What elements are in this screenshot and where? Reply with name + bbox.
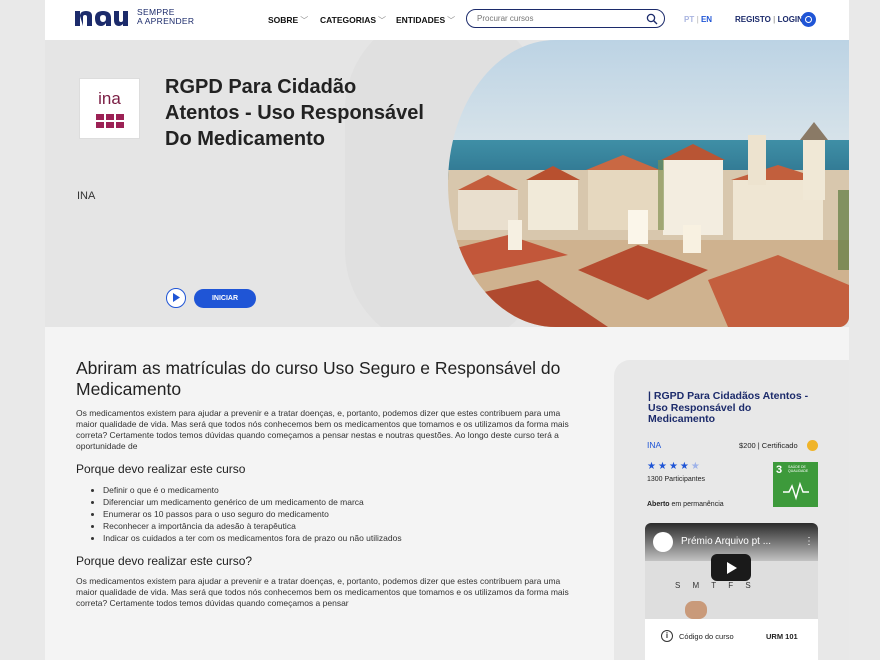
participants-count: 1300 Participantes <box>647 476 705 483</box>
star-empty-icon: ★ <box>690 461 702 472</box>
list-item: Definir o que é o medicamento <box>103 484 576 496</box>
chevron-down-icon: ﹀ <box>447 16 456 25</box>
intro-paragraph: Os medicamentos existem para ajudar a pr… <box>76 408 569 451</box>
logo-square <box>106 122 114 128</box>
hand-image <box>685 601 707 619</box>
nau-logo[interactable] <box>75 8 133 28</box>
nav-entidades[interactable]: ENTIDADES ﹀ <box>396 15 455 26</box>
whiteboard-marks: S M T F S <box>675 581 756 590</box>
outro-paragraph: Os medicamentos existem para ajudar a pr… <box>76 576 569 608</box>
list-item: Enumerar os 10 passos para o uso seguro … <box>103 508 576 520</box>
logo-square <box>116 122 124 128</box>
list-item: Reconhecer a importância da adesão à ter… <box>103 520 576 532</box>
price-certificate: $200 | Certificado <box>739 441 798 450</box>
search-box <box>466 9 665 28</box>
language-switch: PT | EN <box>684 15 713 24</box>
sidebar-org-link[interactable]: INA <box>647 440 661 450</box>
info-icon: i <box>661 630 673 642</box>
page: SEMPRE A APRENDER SOBRE ﹀ CATEGORIAS ﹀ ENT… <box>45 0 849 660</box>
sdg-badge[interactable]: 3 SAÚDE DE QUALIDADE <box>773 462 818 507</box>
logo-square <box>96 114 104 120</box>
lang-pt[interactable]: PT <box>684 15 694 24</box>
rating-stars: ★★★★★ <box>647 461 702 472</box>
heartbeat-icon <box>783 481 809 501</box>
more-vert-icon[interactable]: ⋮ <box>804 536 814 547</box>
video-title[interactable]: Prémio Arquivo pt ... <box>681 536 771 547</box>
start-course-button[interactable]: INICIAR <box>194 289 256 308</box>
youtube-play-icon[interactable] <box>711 554 751 581</box>
course-sidebar: | RGPD Para Cidadãos Atentos - Uso Respo… <box>614 360 849 660</box>
course-description: Abriram as matrículas do curso Uso Segur… <box>76 358 576 615</box>
list-item: Indicar os cuidados a ter com os medicam… <box>103 532 576 544</box>
course-code-value: URM 101 <box>766 632 798 641</box>
list-item: Diferenciar um medicamento genérico de u… <box>103 496 576 508</box>
video-player[interactable]: S M T F S Prémio Arquivo pt ... ⋮ <box>645 523 818 619</box>
login-link[interactable]: LOGIN <box>778 15 803 24</box>
star-icon: ★ <box>679 461 691 472</box>
lang-en[interactable]: EN <box>701 15 712 24</box>
course-code-label: Código do curso <box>679 632 734 641</box>
org-logo-card: ina <box>79 78 140 139</box>
play-icon <box>173 293 180 302</box>
channel-logo-icon[interactable] <box>653 532 673 552</box>
logo-square <box>106 114 114 120</box>
user-icon[interactable] <box>801 12 816 27</box>
ina-logo-text: ina <box>98 89 121 108</box>
section-title: Porque devo realizar este curso? <box>76 554 253 568</box>
logo-square <box>116 114 124 120</box>
register-link[interactable]: REGISTO <box>735 15 771 24</box>
chevron-down-icon: ﹀ <box>300 16 309 25</box>
lisbon-cityscape-image <box>448 40 849 327</box>
star-icon: ★ <box>657 461 669 472</box>
section-title: Porque devo realizar este curso <box>76 462 246 476</box>
top-navbar: SEMPRE A APRENDER SOBRE ﹀ CATEGORIAS ﹀ ENT… <box>45 0 849 40</box>
objectives-list: Definir o que é o medicamento Diferencia… <box>76 484 576 544</box>
search-input[interactable] <box>475 13 639 24</box>
nav-sobre[interactable]: SOBRE ﹀ <box>268 15 308 26</box>
search-icon[interactable] <box>646 13 658 25</box>
auth-links: REGISTO | LOGIN <box>735 15 803 24</box>
course-title: RGPD Para Cidadão Atentos - Uso Responsá… <box>165 76 424 150</box>
chevron-down-icon: ﹀ <box>378 16 387 25</box>
sidebar-course-title: | RGPD Para Cidadãos Atentos - Uso Respo… <box>648 390 809 425</box>
star-icon: ★ <box>647 461 658 472</box>
nav-categorias[interactable]: CATEGORIAS ﹀ <box>320 15 386 26</box>
course-code-card: i Código do curso URM 101 <box>645 619 818 660</box>
description-heading: Abriram as matrículas do curso Uso Segur… <box>76 358 561 399</box>
star-icon: ★ <box>668 461 680 472</box>
tagline: SEMPRE A APRENDER <box>137 7 195 26</box>
course-hero: ina RGPD Para Cidadão Atentos - Uso Resp… <box>45 40 849 327</box>
logo-square <box>96 122 104 128</box>
enrollment-status: Aberto em permanência <box>647 501 724 508</box>
play-button[interactable] <box>166 288 186 308</box>
certificate-medal-icon <box>807 440 818 451</box>
course-org[interactable]: INA <box>77 190 95 202</box>
